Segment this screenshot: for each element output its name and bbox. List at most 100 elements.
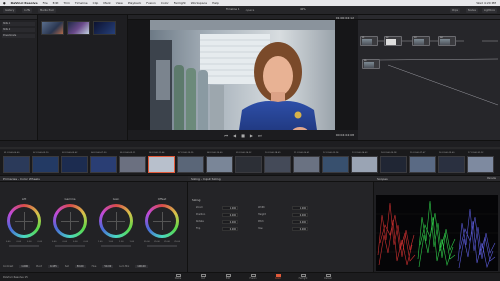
lum-mix-value[interactable]: 100.00: [135, 264, 148, 268]
nodes-button[interactable]: Nodes: [465, 8, 478, 13]
sizing-field[interactable]: 0.000: [222, 213, 238, 217]
gallery-item[interactable]: Stills 2: [2, 28, 35, 32]
node-editor[interactable]: 01 02 03 04 05: [358, 15, 500, 140]
color-node[interactable]: 05: [362, 59, 380, 69]
contrast-value[interactable]: 1.000: [19, 264, 31, 268]
menu-clip[interactable]: Clip: [93, 1, 99, 5]
pivot-value[interactable]: 0.435: [47, 264, 59, 268]
gamma-wheel[interactable]: [53, 204, 87, 238]
still-thumbnail[interactable]: [67, 21, 90, 35]
scope-mode[interactable]: Parade: [487, 177, 496, 180]
gain-wheel-group: Gain 1.00 1.00 1.00 1.00: [96, 197, 136, 250]
lift-wheel[interactable]: [7, 204, 41, 238]
hue-value[interactable]: 50.00: [102, 264, 114, 268]
app-label: DaVinci Resolve 15: [3, 275, 28, 279]
tab-fairlight[interactable]: Fairlight: [295, 274, 311, 281]
gallery-item[interactable]: Stills 1: [2, 22, 35, 26]
timeline-clip[interactable]: 12 01:00:22:14: [322, 152, 349, 173]
offset-wheel[interactable]: [145, 204, 179, 238]
timeline-clip[interactable]: 15 01:00:27:07: [409, 152, 436, 173]
menu-playback[interactable]: Playback: [128, 1, 141, 5]
color-node[interactable]: 01: [360, 36, 378, 46]
timeline-clip[interactable]: 02 01:00:03:10: [32, 152, 59, 173]
timeline-clip[interactable]: 08 01:00:15:00: [206, 152, 233, 173]
color-node[interactable]: 03: [412, 36, 430, 46]
menu-color[interactable]: Color: [161, 1, 169, 5]
wheel-label: Gamma: [64, 197, 76, 201]
sat-value[interactable]: 50.00: [74, 264, 86, 268]
lift-master-slider[interactable]: [9, 245, 39, 247]
gamma-wheel-group: Gamma 0.00 0.00 0.00 0.00: [50, 197, 90, 250]
sizing-row: Rotate 0.000 Pitch 0.000: [196, 220, 308, 224]
sizing-field[interactable]: 1.000: [222, 206, 238, 210]
clip-timecode: 00:04:04:08: [335, 133, 354, 137]
tab-color[interactable]: Color: [270, 274, 286, 281]
menu-edit[interactable]: Edit: [53, 1, 59, 5]
gain-wheel[interactable]: [99, 204, 133, 238]
sizing-field[interactable]: 0.000: [292, 227, 308, 231]
timeline-clip[interactable]: 16 01:00:29:00: [438, 152, 465, 173]
timeline-clip[interactable]: 17 01:00:31:12: [467, 152, 494, 173]
still-thumbnail[interactable]: [41, 21, 64, 35]
menu-file[interactable]: File: [43, 1, 48, 5]
apple-icon[interactable]: ●: [3, 1, 6, 5]
skip-back-icon[interactable]: ⏮: [224, 133, 228, 138]
clip-name: 02 01:00:03:10: [33, 151, 49, 154]
top-toolbar: Gallery LUTs Media Pool opera Timeline 1…: [0, 6, 500, 15]
menu-workspace[interactable]: Workspace: [191, 1, 207, 5]
sizing-field[interactable]: 0.000: [222, 220, 238, 224]
clip-name: 09 01:00:16:22: [236, 151, 252, 154]
timeline-clip[interactable]: 10 01:00:18:09: [264, 152, 291, 173]
timeline-clip[interactable]: 05 01:00:09:11: [119, 152, 146, 173]
sizing-field[interactable]: 0.000: [292, 220, 308, 224]
tab-deliver[interactable]: Deliver: [320, 274, 336, 281]
menu-mark[interactable]: Mark: [103, 1, 110, 5]
tab-fusion[interactable]: Fusion: [245, 274, 261, 281]
menu-timeline[interactable]: Timeline: [75, 1, 88, 5]
clips-button[interactable]: Clips: [449, 8, 460, 13]
clip-name: 06 01:00:11:04: [149, 151, 165, 154]
timeline-name[interactable]: Timeline 1: [226, 8, 240, 11]
sizing-field[interactable]: 0.000: [292, 213, 308, 217]
stop-icon[interactable]: ■: [241, 133, 245, 138]
timeline-clip[interactable]: 07 01:00:13:15: [177, 152, 204, 173]
play-icon[interactable]: ▶: [250, 133, 253, 138]
timeline-clip[interactable]: 14 01:00:25:18: [380, 152, 407, 173]
color-node[interactable]: 02: [384, 36, 402, 46]
color-node[interactable]: 04: [438, 36, 456, 46]
scopes-header: Scopes Parade: [374, 176, 500, 182]
timeline-clip[interactable]: 13 01:00:24:03: [351, 152, 378, 173]
menu-app[interactable]: DaVinci Resolve: [11, 1, 38, 5]
timeline-clip[interactable]: 01 01:00:00:00: [3, 152, 30, 173]
tab-edit[interactable]: Edit: [220, 274, 236, 281]
sizing-field[interactable]: 0.000: [222, 227, 238, 231]
tab-media[interactable]: Media: [170, 274, 186, 281]
lightbox-button[interactable]: Lightbox: [481, 8, 497, 13]
gallery-item[interactable]: PowerGrade: [2, 34, 35, 38]
clip-name: 01 01:00:00:00: [4, 151, 20, 154]
skip-forward-icon[interactable]: ⏭: [258, 133, 262, 138]
timeline-clip[interactable]: 09 01:00:16:22: [235, 152, 262, 173]
offset-master-slider[interactable]: [147, 245, 177, 247]
still-thumbnail[interactable]: [93, 21, 116, 35]
gain-master-slider[interactable]: [101, 245, 131, 247]
section-title: Sizing: [192, 198, 201, 202]
viewer-image[interactable]: [150, 20, 335, 137]
timeline-clip[interactable]: 03 01:00:05:02: [61, 152, 88, 173]
clip-name: 11 01:00:20:01: [294, 151, 310, 154]
zoom-level[interactable]: 40%: [300, 8, 306, 11]
play-reverse-icon[interactable]: ◀: [233, 133, 236, 138]
sizing-field[interactable]: 1.000: [292, 206, 308, 210]
tab-cut[interactable]: Cut: [195, 274, 211, 281]
menu-view[interactable]: View: [116, 1, 123, 5]
menu-trim[interactable]: Trim: [63, 1, 69, 5]
timeline-clip[interactable]: 04 01:00:07:20: [90, 152, 117, 173]
clip-name: 15 01:00:27:07: [410, 151, 426, 154]
timeline-clip[interactable]: 06 01:00:11:04: [148, 152, 175, 173]
menu-help[interactable]: Help: [212, 1, 219, 5]
menu-fairlight[interactable]: Fairlight: [174, 1, 186, 5]
menu-fusion[interactable]: Fusion: [146, 1, 156, 5]
gamma-master-slider[interactable]: [55, 245, 85, 247]
wheel-label: Lift: [21, 197, 27, 201]
timeline-clip[interactable]: 11 01:00:20:01: [293, 152, 320, 173]
